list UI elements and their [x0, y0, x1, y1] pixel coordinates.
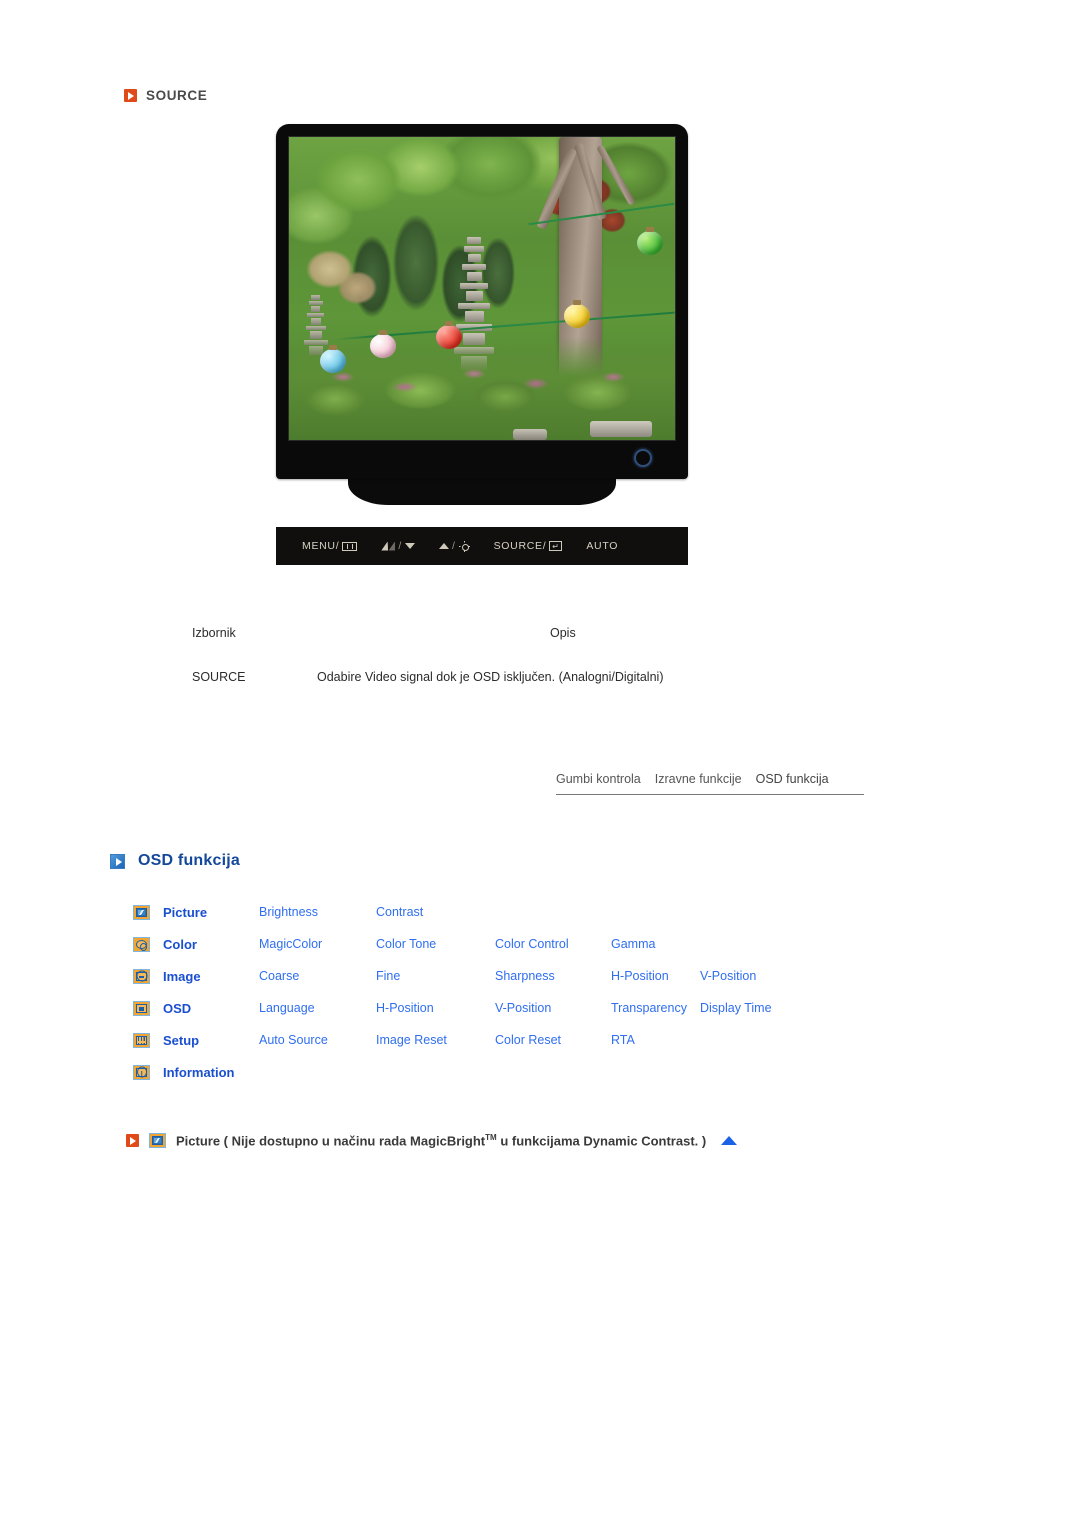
- tab-osd-funkcija[interactable]: OSD funkcija: [756, 772, 829, 786]
- contrast-icon: [381, 541, 396, 551]
- tab-gumbi-kontrola[interactable]: Gumbi kontrola: [556, 772, 641, 786]
- lantern-red: [435, 324, 462, 349]
- source-button[interactable]: SOURCE/ ↵: [494, 540, 563, 552]
- row-description: Odabire Video signal dok je OSD isključe…: [317, 670, 664, 684]
- picture-icon: [133, 904, 150, 920]
- source-section-heading: SOURCE: [124, 88, 207, 103]
- osd-item-rta[interactable]: RTA: [611, 1033, 700, 1047]
- play-triangle-red-icon: [124, 89, 137, 102]
- osd-item-color-tone[interactable]: Color Tone: [376, 937, 495, 951]
- osd-item-auto-source[interactable]: Auto Source: [259, 1033, 376, 1047]
- source-button-label: SOURCE/: [493, 540, 547, 552]
- row-menu-name: SOURCE: [192, 670, 246, 684]
- osd-heading-label: OSD funkcija: [138, 852, 240, 869]
- monitor-screen: [288, 136, 676, 441]
- osd-category-label: Color: [163, 936, 197, 952]
- lantern-blue: [319, 349, 346, 374]
- osd-item-h-position[interactable]: H-Position: [611, 969, 700, 983]
- osd-item-language[interactable]: Language: [259, 1001, 376, 1015]
- osd-category-information[interactable]: Information: [133, 1064, 259, 1080]
- osd-item-fine[interactable]: Fine: [376, 969, 495, 983]
- auto-button-label: AUTO: [586, 540, 619, 552]
- brightness-sun-icon: [459, 541, 470, 552]
- osd-item-image-reset[interactable]: Image Reset: [376, 1033, 495, 1047]
- section-tabs: Gumbi kontrola Izravne funkcije OSD funk…: [556, 772, 864, 795]
- play-triangle-blue-icon: [110, 853, 125, 869]
- footer-note-text-after: u funkcijama Dynamic Contrast. ): [496, 1133, 707, 1149]
- osd-category-color[interactable]: Color: [133, 936, 259, 952]
- osd-row-image: Image Coarse Fine Sharpness H-Position V…: [133, 960, 963, 992]
- osd-category-label: Picture: [163, 904, 208, 920]
- osd-item-h-position-2[interactable]: H-Position: [376, 1001, 495, 1015]
- tab-izravne-funkcije[interactable]: Izravne funkcije: [655, 772, 742, 786]
- column-header-description: Opis: [550, 626, 576, 640]
- osd-category-setup[interactable]: Setup: [133, 1032, 259, 1048]
- osd-item-color-reset[interactable]: Color Reset: [495, 1033, 611, 1047]
- menu-icon: [342, 541, 358, 551]
- arrow-down-icon: [404, 543, 415, 549]
- osd-row-information: Information: [133, 1056, 963, 1088]
- osd-item-gamma[interactable]: Gamma: [611, 937, 700, 951]
- power-indicator-ring-icon: [634, 449, 652, 467]
- play-triangle-red-icon: [126, 1134, 139, 1148]
- menu-button[interactable]: MENU/: [302, 540, 358, 552]
- garden-scene-image: [289, 137, 675, 440]
- table-row: SOURCE Odabire Video signal dok je OSD i…: [192, 670, 852, 684]
- picture-icon: [149, 1133, 166, 1149]
- column-header-menu: Izbornik: [192, 626, 236, 640]
- image-icon: [133, 968, 150, 984]
- menu-button-label: MENU/: [302, 540, 340, 552]
- separator-slash-2: /: [451, 540, 456, 552]
- osd-category-label: Information: [163, 1064, 235, 1080]
- osd-row-osd: OSD Language H-Position V-Position Trans…: [133, 992, 963, 1024]
- osd-row-color: Color MagicColor Color Tone Color Contro…: [133, 928, 963, 960]
- osd-category-osd[interactable]: OSD: [133, 1000, 259, 1016]
- osd-category-label: OSD: [163, 1000, 192, 1016]
- lantern-yellow: [564, 303, 591, 328]
- contrast-down-button[interactable]: /: [381, 540, 415, 552]
- brightness-up-button[interactable]: /: [438, 540, 470, 552]
- separator-slash: /: [398, 540, 402, 552]
- enter-icon: ↵: [549, 541, 563, 551]
- osd-item-v-position[interactable]: V-Position: [700, 969, 810, 983]
- osd-item-color-control[interactable]: Color Control: [495, 937, 611, 951]
- monitor-stand-base: [348, 479, 616, 505]
- osd-row-picture: Picture Brightness Contrast: [133, 896, 963, 928]
- information-icon: [133, 1064, 150, 1080]
- osd-row-setup: Setup Auto Source Image Reset Color Rese…: [133, 1024, 963, 1056]
- color-icon: [133, 936, 150, 952]
- osd-item-contrast[interactable]: Contrast: [376, 905, 495, 919]
- osd-category-label: Setup: [163, 1032, 200, 1048]
- setup-icon: [133, 1032, 150, 1048]
- source-heading-label: SOURCE: [146, 88, 208, 103]
- osd-item-display-time[interactable]: Display Time: [700, 1001, 810, 1015]
- footer-note-text: Picture ( Nije dostupno u načinu rada Ma…: [176, 1133, 706, 1148]
- osd-function-matrix: Picture Brightness Contrast Color MagicC…: [133, 896, 963, 1088]
- triangle-up-blue-icon[interactable]: [721, 1136, 738, 1146]
- description-table: Izbornik Opis SOURCE Odabire Video signa…: [192, 626, 852, 684]
- monitor-illustration: MENU/ / / SOURCE/ ↵ AUTO: [276, 124, 688, 565]
- trademark-symbol: TM: [485, 1133, 497, 1142]
- footer-note: Picture ( Nije dostupno u načinu rada Ma…: [126, 1133, 738, 1149]
- osd-icon: [133, 1000, 150, 1016]
- osd-item-v-position-2[interactable]: V-Position: [495, 1001, 611, 1015]
- osd-item-coarse[interactable]: Coarse: [259, 969, 376, 983]
- lantern-pink: [370, 333, 397, 358]
- osd-item-brightness[interactable]: Brightness: [259, 905, 376, 919]
- arrow-up-icon: [438, 543, 449, 549]
- footer-note-text-before: Picture ( Nije dostupno u načinu rada Ma…: [176, 1133, 486, 1149]
- auto-button[interactable]: AUTO: [586, 540, 618, 552]
- osd-item-transparency[interactable]: Transparency: [611, 1001, 700, 1015]
- monitor-bezel-bottom: [288, 441, 676, 479]
- osd-item-sharpness[interactable]: Sharpness: [495, 969, 611, 983]
- osd-category-image[interactable]: Image: [133, 968, 259, 984]
- monitor-button-bar: MENU/ / / SOURCE/ ↵ AUTO: [276, 527, 688, 565]
- osd-section-heading: OSD funkcija: [110, 852, 240, 870]
- osd-item-magiccolor[interactable]: MagicColor: [259, 937, 376, 951]
- monitor-body: [276, 124, 688, 479]
- table-header-row: Izbornik Opis: [192, 626, 852, 640]
- osd-category-label: Image: [163, 968, 201, 984]
- osd-category-picture[interactable]: Picture: [133, 904, 259, 920]
